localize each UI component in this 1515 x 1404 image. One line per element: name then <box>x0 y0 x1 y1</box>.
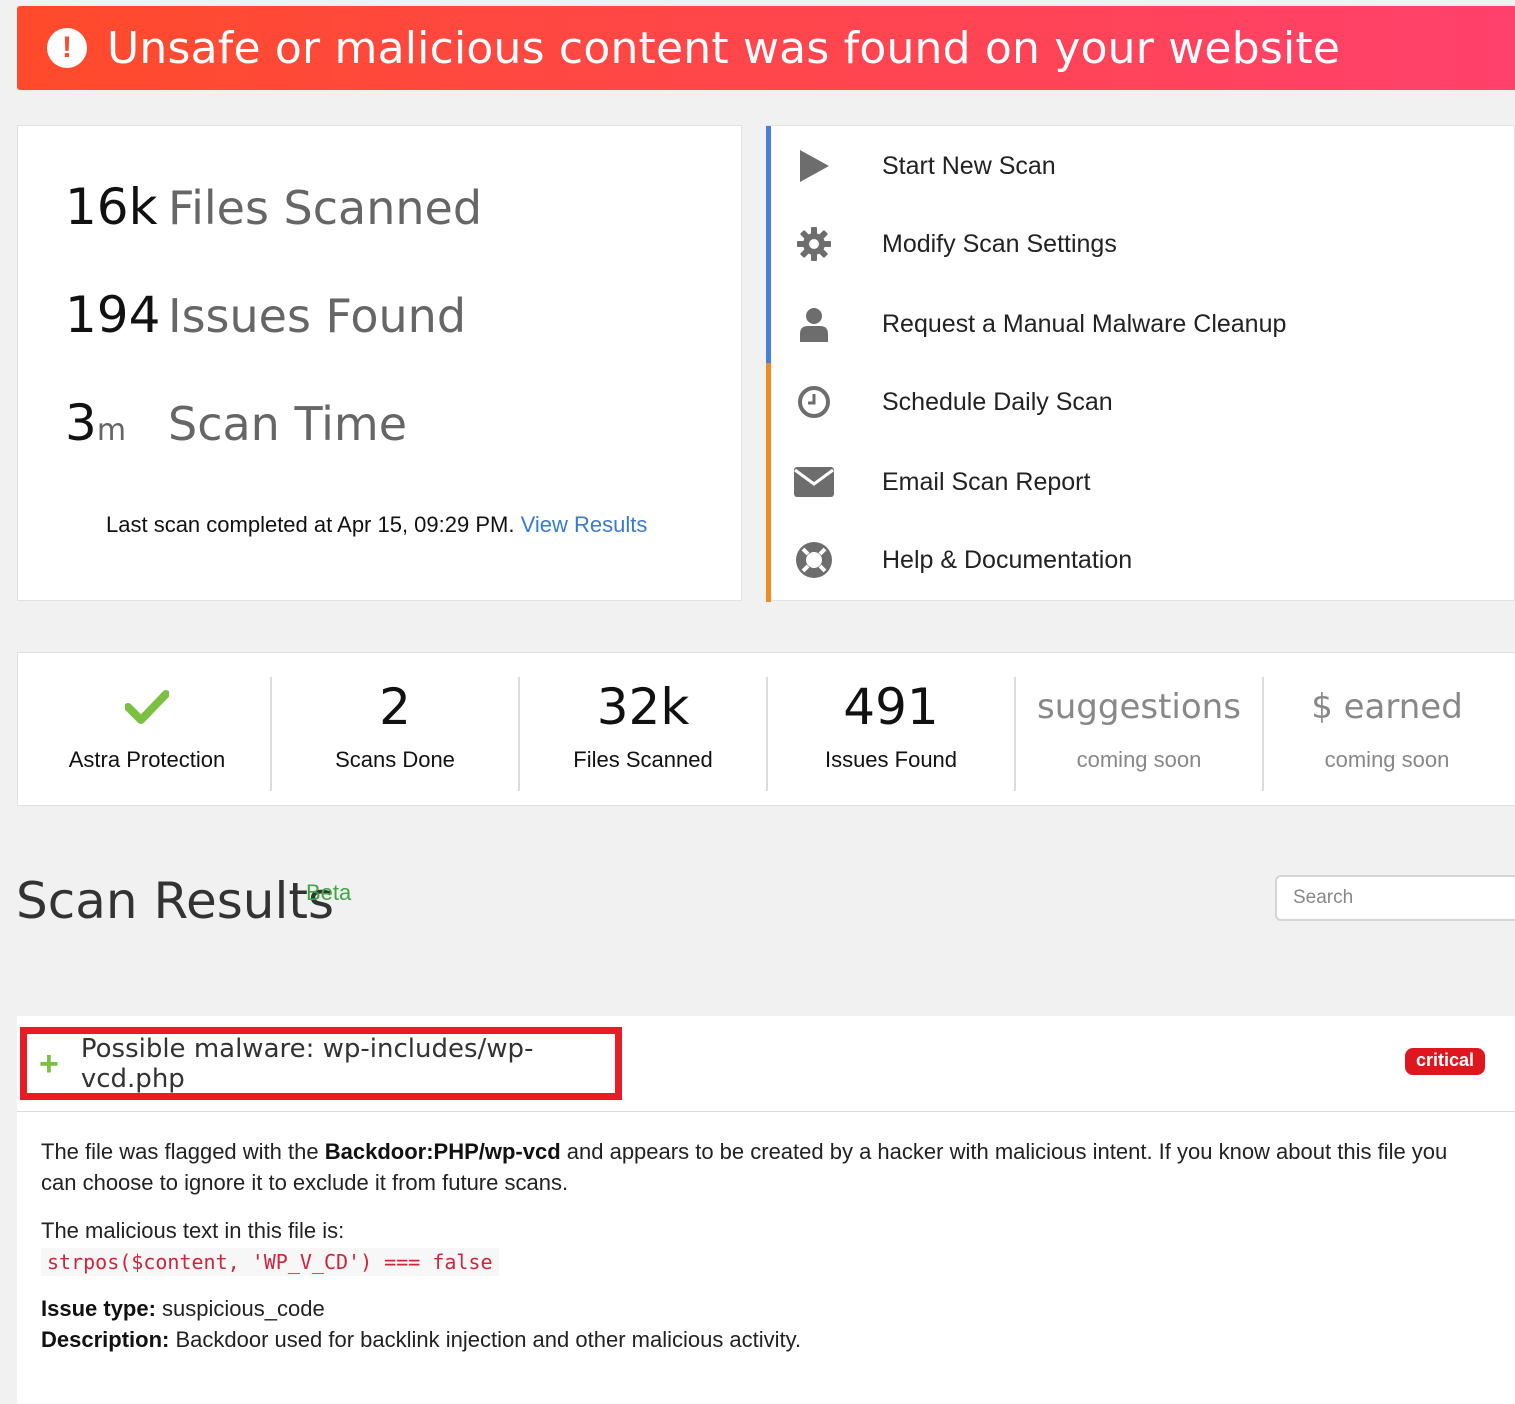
summary-label: coming soon <box>1076 747 1202 772</box>
play-icon <box>794 146 834 186</box>
scan-results-title: Scan Results <box>16 872 334 930</box>
summary-value: 32k <box>596 678 690 736</box>
stat-label: Scan Time <box>168 397 408 451</box>
issue-toggle[interactable]: + Possible malware: wp-includes/wp-vcd.p… <box>20 1027 622 1100</box>
start-new-scan-button[interactable]: Start New Scan <box>794 141 1056 191</box>
scan-stats-card: 16k Files Scanned 194 Issues Found 3m Sc… <box>17 125 742 601</box>
summary-strip: Astra Protection 2 Scans Done 32k Files … <box>17 652 1515 806</box>
stat-label: Files Scanned <box>168 181 483 235</box>
action-label: Help & Documentation <box>882 545 1133 574</box>
alert-text: Unsafe or malicious content was found on… <box>107 22 1341 74</box>
stat-label: Issues Found <box>168 289 467 343</box>
issue-description-line: Description: Backdoor used for backlink … <box>41 1327 802 1352</box>
issue-title: Possible malware: wp-includes/wp-vcd.php <box>80 1033 534 1094</box>
summary-value: 491 <box>843 678 939 736</box>
last-scan-text: Last scan completed at Apr 15, 09:29 PM. <box>106 512 515 537</box>
stat-files-scanned: 16k Files Scanned <box>65 178 482 236</box>
malicious-text-label: The malicious text in this file is: <box>41 1218 345 1243</box>
help-documentation-button[interactable]: Help & Documentation <box>794 535 1132 585</box>
issue-card: + Possible malware: wp-includes/wp-vcd.p… <box>17 1016 1515 1404</box>
summary-label: Scans Done <box>335 747 455 772</box>
scan-actions-card: Start New Scan Modify Scan Settings Requ… <box>766 125 1515 602</box>
summary-suggestions: suggestions coming soon <box>1015 677 1263 791</box>
issue-type: Issue type: suspicious_code <box>41 1296 325 1321</box>
accent-bar-blue <box>766 126 771 363</box>
action-label: Modify Scan Settings <box>882 229 1117 258</box>
exclamation-icon: ! <box>47 28 87 68</box>
summary-value: suggestions <box>1037 687 1241 727</box>
last-scan-info: Last scan completed at Apr 15, 09:29 PM.… <box>106 512 647 538</box>
action-label: Start New Scan <box>882 151 1056 180</box>
summary-value: 2 <box>379 678 411 736</box>
view-results-link[interactable]: View Results <box>521 512 648 537</box>
summary-label: Files Scanned <box>573 747 713 772</box>
malware-alert-banner: ! Unsafe or malicious content was found … <box>17 6 1515 90</box>
issue-header: + Possible malware: wp-includes/wp-vcd.p… <box>17 1016 1515 1112</box>
user-icon <box>794 304 834 344</box>
checkmark-icon <box>23 677 271 737</box>
plus-icon: + <box>39 1044 59 1083</box>
action-label: Schedule Daily Scan <box>882 387 1113 416</box>
accent-bar-orange <box>766 363 771 602</box>
malicious-code: strpos($content, 'WP_V_CD') === false <box>41 1248 499 1276</box>
stat-value: 3m <box>65 394 127 452</box>
summary-scans-done: 2 Scans Done <box>271 677 519 791</box>
gear-icon <box>794 224 834 264</box>
stat-value: 194 <box>65 286 161 344</box>
email-scan-report-button[interactable]: Email Scan Report <box>794 457 1090 507</box>
search-input[interactable] <box>1275 875 1515 921</box>
summary-label: Issues Found <box>824 747 958 772</box>
summary-earned: $ earned coming soon <box>1263 677 1511 791</box>
summary-label: coming soon <box>1324 747 1450 772</box>
stat-issues-found: 194 Issues Found <box>65 286 466 344</box>
summary-files-scanned: 32k Files Scanned <box>519 677 767 791</box>
schedule-daily-scan-button[interactable]: Schedule Daily Scan <box>794 377 1113 427</box>
request-manual-cleanup-button[interactable]: Request a Manual Malware Cleanup <box>794 299 1286 349</box>
issue-body: The file was flagged with the Backdoor:P… <box>41 1136 1481 1355</box>
envelope-icon <box>794 462 834 502</box>
summary-value: $ earned <box>1311 687 1463 727</box>
severity-badge: critical <box>1405 1048 1486 1075</box>
summary-label: Astra Protection <box>68 747 226 772</box>
beta-badge: Beta <box>306 880 352 905</box>
summary-issues-found: 491 Issues Found <box>767 677 1015 791</box>
clock-icon <box>794 382 834 422</box>
malware-signature: Backdoor:PHP/wp-vcd <box>324 1139 561 1164</box>
issue-description: The file was flagged with the Backdoor:P… <box>41 1139 1448 1195</box>
lifebuoy-icon <box>794 540 834 580</box>
action-label: Email Scan Report <box>882 467 1091 496</box>
modify-scan-settings-button[interactable]: Modify Scan Settings <box>794 219 1117 269</box>
action-label: Request a Manual Malware Cleanup <box>882 309 1287 338</box>
stat-value: 16k <box>65 178 158 236</box>
stat-scan-time: 3m Scan Time <box>65 394 407 452</box>
summary-astra-protection: Astra Protection <box>23 677 271 791</box>
